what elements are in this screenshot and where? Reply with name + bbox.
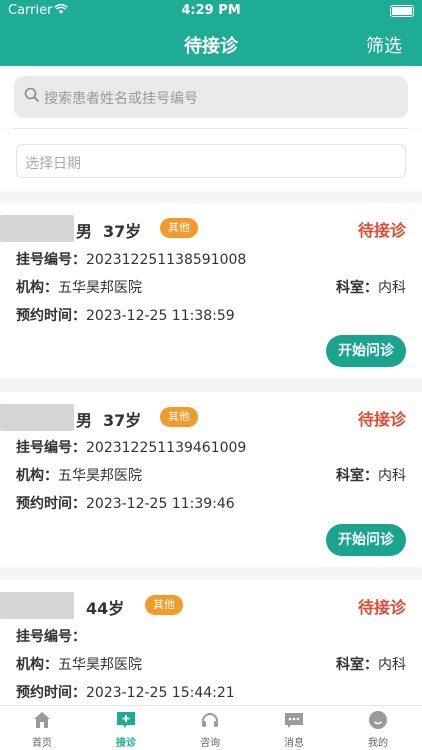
appt-time-row: 预约时间：2023-12-25 11:38:59 xyxy=(16,305,235,325)
patient-age: 37岁 xyxy=(103,411,142,430)
status-label: 待接诊 xyxy=(357,221,406,240)
headset-icon xyxy=(200,710,220,730)
institution-value: 五华昊邦医院 xyxy=(58,468,142,484)
dept-value: 内科 xyxy=(378,468,406,484)
appt-time-label: 预约时间： xyxy=(16,685,86,701)
dept-value: 内科 xyxy=(378,657,406,673)
start-consult-button[interactable]: 开始问诊 xyxy=(326,335,406,367)
appt-time-label: 预约时间： xyxy=(16,308,86,324)
institution-value: 五华昊邦医院 xyxy=(58,280,142,296)
institution-row: 机构：五华昊邦医院 xyxy=(16,654,142,674)
institution-label: 机构： xyxy=(16,468,58,484)
dept-label: 科室： xyxy=(336,657,378,673)
dept-label: 科室： xyxy=(336,468,378,484)
appt-time-label: 预约时间： xyxy=(16,496,86,512)
patient-name-redacted xyxy=(0,404,74,431)
navbar: 待接诊 筛选 xyxy=(0,22,422,66)
search-area: 搜索患者姓名或挂号编号 xyxy=(0,66,422,128)
consult-add-icon xyxy=(116,710,136,730)
chat-icon xyxy=(284,710,304,730)
tab-mine[interactable]: 我的 xyxy=(336,706,420,750)
patient-name-redacted xyxy=(0,592,74,619)
search-icon xyxy=(24,87,40,103)
battery-icon xyxy=(390,5,414,17)
tab-label: 消息 xyxy=(284,738,304,749)
search-placeholder: 搜索患者姓名或挂号编号 xyxy=(44,91,198,107)
user-icon xyxy=(368,710,388,730)
dept-row: 科室：内科 xyxy=(336,465,406,485)
category-badge: 其他 xyxy=(145,595,183,615)
reg-no-label: 挂号编号： xyxy=(16,252,86,268)
patient-age: 37岁 xyxy=(103,222,142,241)
status-label: 待接诊 xyxy=(357,598,406,617)
reg-no-value: 202312251138591008 xyxy=(86,252,247,268)
appt-time-value: 2023-12-25 15:44:21 xyxy=(86,685,235,701)
date-filter-area: 选择日期 xyxy=(0,129,422,191)
appt-time-value: 2023-12-25 11:39:46 xyxy=(86,496,235,512)
reg-no-row: 挂号编号： xyxy=(16,626,86,646)
institution-row: 机构：五华昊邦医院 xyxy=(16,277,142,297)
category-badge: 其他 xyxy=(160,407,198,427)
patient-gender: 男 xyxy=(76,411,93,430)
search-input[interactable]: 搜索患者姓名或挂号编号 xyxy=(14,76,408,118)
appt-time-row: 预约时间：2023-12-25 15:44:21 xyxy=(16,682,235,702)
patient-gender: 男 xyxy=(76,222,93,241)
reg-no-value: 202312251139461009 xyxy=(86,440,247,456)
dept-value: 内科 xyxy=(378,280,406,296)
patient-name-redacted xyxy=(0,215,74,242)
reg-no-row: 挂号编号：202312251138591008 xyxy=(16,249,246,269)
institution-label: 机构： xyxy=(16,657,58,673)
tab-label: 咨询 xyxy=(200,738,220,749)
tab-inquiry[interactable]: 咨询 xyxy=(168,706,252,750)
tab-bar: 首页 接诊 咨询 消息 我的 xyxy=(0,705,422,750)
status-bar: Carrier 4:29 PM xyxy=(0,0,422,22)
tab-label: 我的 xyxy=(368,738,388,749)
tab-label: 接诊 xyxy=(116,738,136,749)
page-title: 待接诊 xyxy=(184,36,238,57)
dept-row: 科室：内科 xyxy=(336,277,406,297)
date-placeholder: 选择日期 xyxy=(25,156,81,172)
date-picker-field[interactable]: 选择日期 xyxy=(16,144,406,178)
status-time: 4:29 PM xyxy=(181,3,241,18)
start-consult-button[interactable]: 开始问诊 xyxy=(326,524,406,556)
tab-messages[interactable]: 消息 xyxy=(252,706,336,750)
appt-time-value: 2023-12-25 11:38:59 xyxy=(86,308,235,324)
appointment-card[interactable]: 44岁 其他 待接诊 挂号编号： 机构：五华昊邦医院 科室：内科 预约时间：20… xyxy=(0,580,422,705)
status-label: 待接诊 xyxy=(357,410,406,429)
reg-no-label: 挂号编号： xyxy=(16,629,86,645)
appointment-card[interactable]: 男 37岁 其他 待接诊 挂号编号：202312251138591008 机构：… xyxy=(0,203,422,378)
home-icon xyxy=(32,710,52,730)
dept-label: 科室： xyxy=(336,280,378,296)
appointment-card[interactable]: 男 37岁 其他 待接诊 挂号编号：202312251139461009 机构：… xyxy=(0,392,422,567)
appt-time-row: 预约时间：2023-12-25 11:39:46 xyxy=(16,493,235,513)
dept-row: 科室：内科 xyxy=(336,654,406,674)
institution-value: 五华昊邦医院 xyxy=(58,657,142,673)
tab-label: 首页 xyxy=(32,738,52,749)
patient-age: 44岁 xyxy=(86,599,125,618)
category-badge: 其他 xyxy=(160,218,198,238)
institution-label: 机构： xyxy=(16,280,58,296)
filter-button[interactable]: 筛选 xyxy=(366,32,402,58)
tab-home[interactable]: 首页 xyxy=(0,706,84,750)
reg-no-row: 挂号编号：202312251139461009 xyxy=(16,437,246,457)
institution-row: 机构：五华昊邦医院 xyxy=(16,465,142,485)
reg-no-label: 挂号编号： xyxy=(16,440,86,456)
tab-consult[interactable]: 接诊 xyxy=(84,706,168,750)
